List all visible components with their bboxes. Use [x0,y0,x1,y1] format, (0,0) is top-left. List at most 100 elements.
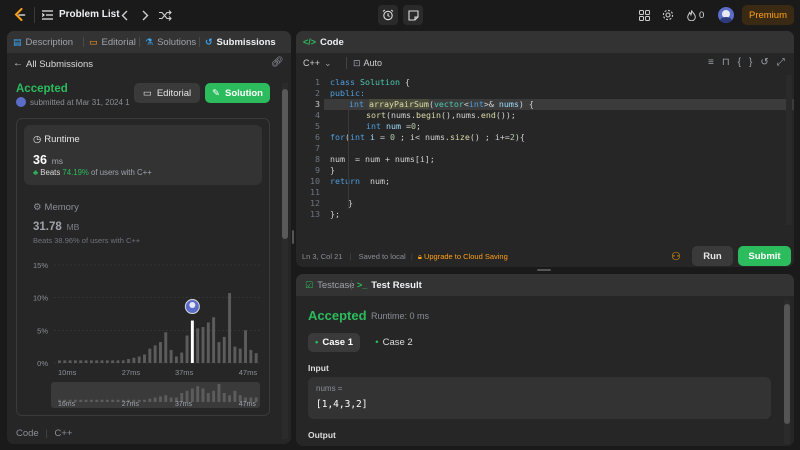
pass-dot-icon: • [315,337,319,348]
memory-beats: Beats 38.96% of users with C++ [33,236,141,245]
book-icon: ▭ [89,36,98,47]
avatar-marker-face [189,302,196,309]
cursor-position: Ln 3, Col 21 [302,252,343,261]
timer-button[interactable] [378,5,398,25]
tab-test-result[interactable]: >_ Test Result [357,274,422,296]
code-panel: </> Code C++ ⌄ ⊡ Auto ≡⊓{}↺⤢ 1 class Solutio… [296,31,794,267]
editor-scrollbar[interactable] [786,75,792,225]
auto-mode-toggle[interactable]: ⊡ Auto [353,58,382,69]
tab-solutions[interactable]: ⚗ Solutions [145,31,196,53]
overview-bar [169,397,173,402]
reset-icon[interactable]: ↺ [760,57,776,68]
memory-unit: MB [66,222,80,232]
chart-bar [174,356,178,363]
tab-testcase[interactable]: ☑ Testcase [305,274,355,296]
input-label: Input [308,363,329,373]
premium-button[interactable]: Premium [742,5,794,25]
overview-bar [222,393,226,402]
book-icon: ▭ [142,87,152,99]
grid-apps-icon[interactable] [638,9,650,21]
x-tick-label: 47ms [239,368,258,377]
test-panel: ☑ Testcase >_ Test Result Accepted Runtime… [296,274,794,446]
x-tick-label: 27ms [122,368,141,377]
code-brackets-icon: </> [303,37,317,47]
overview-bar [228,395,232,402]
streak-count: 0 [699,10,705,21]
streak-flame-icon[interactable] [686,9,696,21]
chart-bar [84,360,88,363]
run-button[interactable]: Run [692,246,733,266]
overview-bar [233,390,237,402]
problem-list-icon[interactable] [41,9,53,21]
upgrade-link[interactable]: Upgrade to Cloud Saving [424,252,508,261]
all-submissions-link[interactable]: All Submissions [26,59,93,70]
runtime-distribution-chart[interactable]: 15% 10% 5% 0% 10ms 27ms 37ms 47ms 16ms 27ms 37ms 47… [24,253,264,415]
description-icon: ▤ [13,36,22,47]
scrollbar-thumb[interactable] [282,89,288,239]
chart-bar [244,330,247,363]
overview-bar [100,399,104,402]
tab-submissions[interactable]: ↺ Submissions [205,31,276,53]
problem-list-link[interactable]: Problem List [59,9,120,20]
y-tick-label: 15% [33,261,48,270]
debug-icon[interactable]: ⚇ [671,250,681,263]
chart-bar [201,327,205,363]
prev-problem-icon[interactable] [118,8,130,22]
input-box: nums = [1,4,3,2] [308,377,771,419]
fullscreen-icon[interactable]: ⤢ [777,57,793,68]
variable-name: nums = [316,384,343,393]
code-editor[interactable]: 1 class Solution { 2 public: 3 int arrayPai… [296,75,794,225]
user-avatar[interactable] [718,7,734,23]
history-icon: ↺ [205,36,213,47]
runtime-label: ◷ Runtime [33,134,80,145]
divider [34,7,35,23]
overview-bar [201,388,205,402]
chart-bar [217,342,221,363]
y-tick-label: 10% [33,294,48,303]
clock-icon: ◷ [33,134,42,145]
lock-icon: 🔒︎ [417,252,422,261]
submit-button[interactable]: Submit [738,246,791,266]
format-icon[interactable]: ≡ [708,57,722,68]
chart-bar [116,360,120,363]
vertical-resize-handle[interactable] [292,230,294,244]
chart-bar [196,328,200,363]
output-label: Output [308,430,336,440]
shuffle-icon[interactable] [158,8,172,22]
memory-label[interactable]: ⚙ Memory [33,202,79,213]
solution-button[interactable]: ✎ Solution [205,83,270,103]
chart-bar [206,322,210,363]
overview-bar [159,396,162,402]
case-1-tab[interactable]: • Case 1 [308,333,360,352]
overview-tick-label: 27ms [122,401,140,408]
overview-bar [148,398,152,402]
case-2-tab[interactable]: • Case 2 [368,333,420,352]
settings-gear-icon[interactable] [662,9,674,21]
leetcode-logo-icon[interactable] [13,8,27,22]
avatar [16,97,26,107]
editorial-button[interactable]: ▭ Editorial [134,83,200,103]
braces-icon[interactable]: {} [738,57,761,68]
tab-editorial[interactable]: ▭ Editorial [89,31,136,53]
chart-bar [137,356,141,363]
overview-bar [89,399,93,402]
memory-value-row: 31.78 MB [33,221,79,233]
language-select[interactable]: C++ ⌄ [303,58,332,69]
tab-divider [83,37,84,47]
horizontal-resize-handle[interactable] [537,269,551,271]
bookmark-icon[interactable]: ⊓ [722,57,738,68]
tab-description[interactable]: ▤ Description [13,31,73,53]
next-problem-icon[interactable] [139,8,151,22]
runtime-value-row: 36 ms [33,153,63,167]
code-tab[interactable]: </> Code [303,31,344,53]
note-icon [407,9,419,21]
submission-status: Accepted [16,83,68,95]
notes-button[interactable] [403,5,423,25]
test-scrollbar-thumb[interactable] [784,304,790,424]
back-arrow-icon[interactable]: ← [13,58,23,69]
link-icon[interactable]: 🔗︎ [271,57,284,68]
indent-guide [348,99,349,209]
runtime-card[interactable]: ◷ Runtime 36 ms ♣ Beats 74.19% of users w… [24,125,262,185]
overview-tick-label: 16ms [58,401,76,408]
saved-status: Saved to local [358,252,406,261]
